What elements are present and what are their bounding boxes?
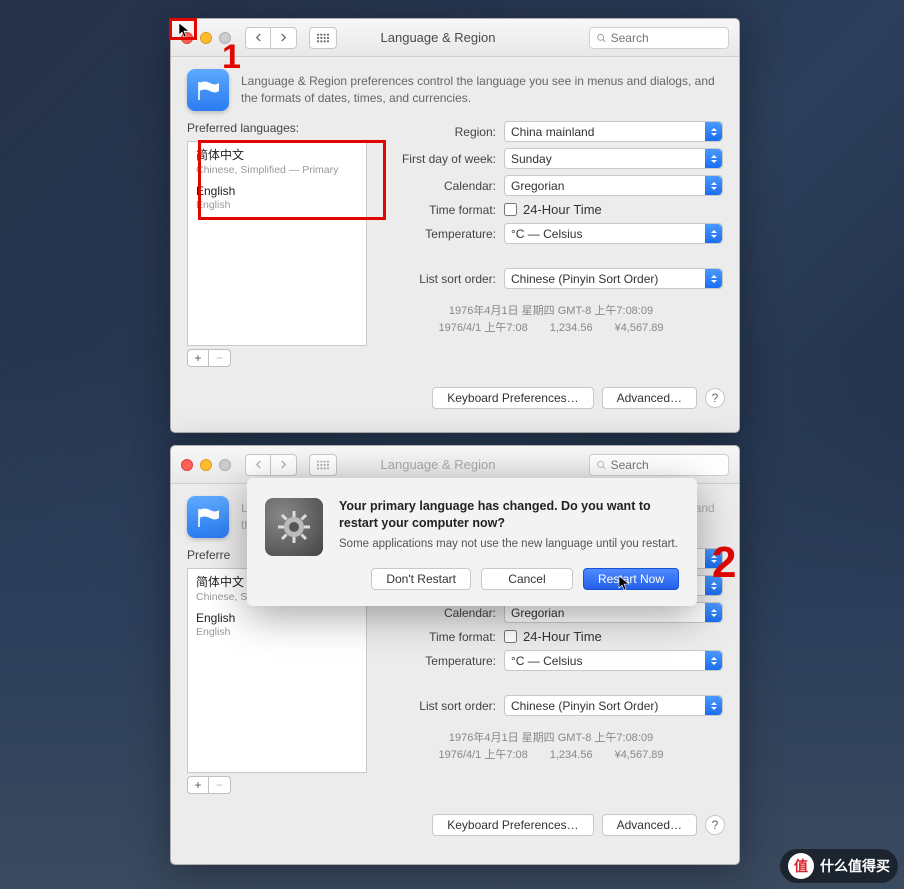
chevron-updown-icon <box>705 269 722 288</box>
cursor-icon <box>178 22 192 40</box>
region-label: Region: <box>379 125 504 139</box>
language-region-window-2: Language & Region Language & Region pref… <box>170 445 740 865</box>
24hour-checkbox[interactable] <box>504 630 517 643</box>
list-item[interactable]: 简体中文 Chinese, Simplified — Primary <box>188 142 366 180</box>
search-icon <box>596 32 607 44</box>
time-format-label: Time format: <box>379 203 504 217</box>
dialog-title: Your primary language has changed. Do yo… <box>339 498 679 532</box>
24hour-label: 24-Hour Time <box>523 629 602 644</box>
watermark-badge: 值 <box>788 853 814 879</box>
keyboard-preferences-button[interactable]: Keyboard Preferences… <box>432 387 593 409</box>
list-item[interactable]: English English <box>188 180 366 215</box>
window-title: Language & Region <box>295 30 581 45</box>
annotation-label-2: 2 <box>712 538 736 588</box>
list-sort-select[interactable]: Chinese (Pinyin Sort Order) <box>504 695 723 716</box>
language-list[interactable]: 简体中文 Chinese, Simplified — Primary Engli… <box>187 141 367 346</box>
preferred-languages-label: Preferred languages: <box>187 121 367 135</box>
format-samples: 1976年4月1日 星期四 GMT-8 上午7:08:09 1976/4/1 上… <box>379 303 723 336</box>
back-button[interactable] <box>245 27 271 49</box>
nav-buttons <box>245 27 297 49</box>
chevron-updown-icon <box>705 603 722 622</box>
time-format-label: Time format: <box>379 630 504 644</box>
calendar-label: Calendar: <box>379 606 504 620</box>
annotation-label-1: 1 <box>222 38 241 77</box>
cursor-icon <box>618 575 632 593</box>
list-sort-select[interactable]: Chinese (Pinyin Sort Order) <box>504 268 723 289</box>
chevron-updown-icon <box>705 651 722 670</box>
language-sub: English <box>196 626 358 638</box>
language-name: 简体中文 <box>196 146 358 163</box>
system-preferences-icon <box>265 498 323 556</box>
add-language-button[interactable]: + <box>187 349 209 367</box>
list-sort-label: List sort order: <box>379 272 504 286</box>
forward-button[interactable] <box>271 27 297 49</box>
close-icon[interactable] <box>181 459 193 471</box>
format-samples: 1976年4月1日 星期四 GMT-8 上午7:08:09 1976/4/1 上… <box>379 730 723 763</box>
24hour-checkbox[interactable] <box>504 203 517 216</box>
titlebar: Language & Region <box>171 19 739 57</box>
calendar-label: Calendar: <box>379 179 504 193</box>
temperature-label: Temperature: <box>379 654 504 668</box>
search-input[interactable] <box>611 458 722 472</box>
minimize-icon[interactable] <box>200 459 212 471</box>
nav-buttons <box>245 454 297 476</box>
chevron-updown-icon <box>705 696 722 715</box>
search-icon <box>596 459 607 471</box>
description-text: Language & Region preferences control th… <box>241 69 723 111</box>
chevron-updown-icon <box>705 122 722 141</box>
language-sub: English <box>196 199 358 211</box>
remove-language-button[interactable]: − <box>209 349 231 367</box>
search-input[interactable] <box>611 31 722 45</box>
back-button[interactable] <box>245 454 271 476</box>
calendar-select[interactable]: Gregorian <box>504 175 723 196</box>
window-content: Language & Region preferences control th… <box>171 57 739 379</box>
cancel-button[interactable]: Cancel <box>481 568 573 590</box>
language-name: English <box>196 184 358 198</box>
list-item[interactable]: English English <box>188 607 366 642</box>
language-region-icon <box>187 496 229 538</box>
minimize-icon[interactable] <box>200 32 212 44</box>
temperature-label: Temperature: <box>379 227 504 241</box>
language-region-window-1: Language & Region Language & Region pref… <box>170 18 740 433</box>
window-footer: Keyboard Preferences… Advanced… ? <box>171 379 739 417</box>
language-sub: Chinese, Simplified — Primary <box>196 164 358 176</box>
list-sort-label: List sort order: <box>379 699 504 713</box>
search-field[interactable] <box>589 27 729 49</box>
watermark-text: 什么值得买 <box>820 856 890 876</box>
watermark: 值 什么值得买 <box>780 849 898 883</box>
language-name: English <box>196 611 358 625</box>
help-button[interactable]: ? <box>705 388 725 408</box>
search-field[interactable] <box>589 454 729 476</box>
chevron-updown-icon <box>705 224 722 243</box>
advanced-button[interactable]: Advanced… <box>602 387 697 409</box>
first-day-select[interactable]: Sunday <box>504 148 723 169</box>
dialog-subtitle: Some applications may not use the new la… <box>339 538 679 550</box>
temperature-select[interactable]: °C — Celsius <box>504 223 723 244</box>
remove-language-button[interactable]: − <box>209 776 231 794</box>
keyboard-preferences-button[interactable]: Keyboard Preferences… <box>432 814 593 836</box>
window-footer: Keyboard Preferences… Advanced… ? <box>171 806 739 844</box>
advanced-button[interactable]: Advanced… <box>602 814 697 836</box>
window-title: Language & Region <box>295 457 581 472</box>
add-language-button[interactable]: + <box>187 776 209 794</box>
help-button[interactable]: ? <box>705 815 725 835</box>
temperature-select[interactable]: °C — Celsius <box>504 650 723 671</box>
chevron-updown-icon <box>705 176 722 195</box>
traffic-lights <box>181 459 231 471</box>
zoom-icon[interactable] <box>219 459 231 471</box>
dont-restart-button[interactable]: Don't Restart <box>371 568 471 590</box>
first-day-label: First day of week: <box>379 152 504 166</box>
24hour-label: 24-Hour Time <box>523 202 602 217</box>
forward-button[interactable] <box>271 454 297 476</box>
chevron-updown-icon <box>705 149 722 168</box>
region-select[interactable]: China mainland <box>504 121 723 142</box>
